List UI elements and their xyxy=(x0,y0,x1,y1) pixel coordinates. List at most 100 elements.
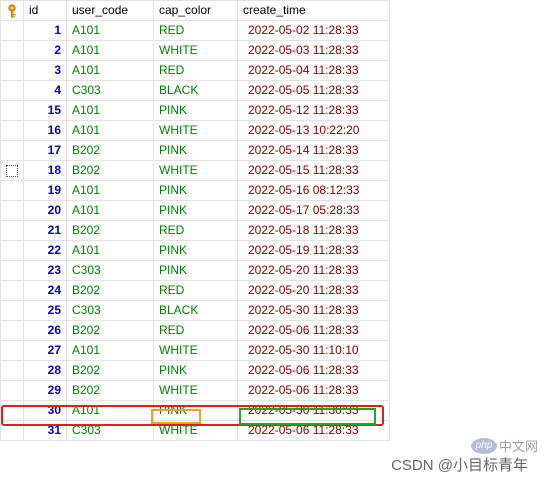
cell-user-code[interactable]: C303 xyxy=(66,260,154,281)
cell-cap-color[interactable]: RED xyxy=(153,320,238,341)
cell-user-code[interactable]: A101 xyxy=(66,100,154,121)
cell-create-time[interactable]: 2022-05-30 11:28:33 xyxy=(237,300,390,321)
cell-id[interactable]: 17 xyxy=(23,140,67,161)
table-row[interactable]: 24 B202 RED 2022-05-20 11:28:33 xyxy=(0,280,390,301)
cell-cap-color[interactable]: WHITE xyxy=(153,40,238,61)
table-row[interactable]: 1 A101 RED 2022-05-02 11:28:33 xyxy=(0,20,390,41)
row-gutter[interactable] xyxy=(0,380,24,401)
table-row[interactable]: 28 B202 PINK 2022-05-06 11:28:33 xyxy=(0,360,390,381)
cell-user-code[interactable]: C303 xyxy=(66,300,154,321)
cell-cap-color[interactable]: PINK xyxy=(153,240,238,261)
table-row[interactable]: 20 A101 PINK 2022-05-17 05:28:33 xyxy=(0,200,390,221)
cell-user-code[interactable]: B202 xyxy=(66,160,154,181)
cell-cap-color[interactable]: WHITE xyxy=(153,160,238,181)
table-row[interactable]: 17 B202 PINK 2022-05-14 11:28:33 xyxy=(0,140,390,161)
cell-cap-color[interactable]: RED xyxy=(153,220,238,241)
cell-create-time[interactable]: 2022-05-18 11:28:33 xyxy=(237,220,390,241)
cell-user-code[interactable]: A101 xyxy=(66,60,154,81)
row-gutter[interactable] xyxy=(0,160,24,181)
cell-cap-color[interactable]: BLACK xyxy=(153,300,238,321)
cell-cap-color[interactable]: WHITE xyxy=(153,340,238,361)
table-row[interactable]: 18 B202 WHITE 2022-05-15 11:28:33 xyxy=(0,160,390,181)
table-row[interactable]: 16 A101 WHITE 2022-05-13 10:22:20 xyxy=(0,120,390,141)
table-row[interactable]: 3 A101 RED 2022-05-04 11:28:33 xyxy=(0,60,390,81)
row-gutter[interactable] xyxy=(0,200,24,221)
row-gutter[interactable] xyxy=(0,20,24,41)
row-gutter[interactable] xyxy=(0,360,24,381)
table-row[interactable]: 2 A101 WHITE 2022-05-03 11:28:33 xyxy=(0,40,390,61)
cell-create-time[interactable]: 2022-05-04 11:28:33 xyxy=(237,60,390,81)
row-gutter[interactable] xyxy=(0,140,24,161)
table-row[interactable]: 15 A101 PINK 2022-05-12 11:28:33 xyxy=(0,100,390,121)
row-gutter[interactable] xyxy=(0,40,24,61)
cell-id[interactable]: 15 xyxy=(23,100,67,121)
cell-id[interactable]: 28 xyxy=(23,360,67,381)
cell-user-code[interactable]: A101 xyxy=(66,240,154,261)
table-row[interactable]: 4 C303 BLACK 2022-05-05 11:28:33 xyxy=(0,80,390,101)
cell-id[interactable]: 24 xyxy=(23,280,67,301)
cell-cap-color[interactable]: PINK xyxy=(153,100,238,121)
cell-cap-color[interactable]: PINK xyxy=(153,260,238,281)
row-gutter[interactable] xyxy=(0,100,24,121)
cell-user-code[interactable]: A101 xyxy=(66,20,154,41)
cell-create-time[interactable]: 2022-05-05 11:28:33 xyxy=(237,80,390,101)
cell-create-time[interactable]: 2022-05-20 11:28:33 xyxy=(237,260,390,281)
column-header-user-code[interactable]: user_code xyxy=(66,0,154,21)
cell-user-code[interactable]: A101 xyxy=(66,40,154,61)
cell-create-time[interactable]: 2022-05-06 11:28:33 xyxy=(237,320,390,341)
cell-user-code[interactable]: B202 xyxy=(66,380,154,401)
row-gutter[interactable] xyxy=(0,280,24,301)
row-gutter[interactable] xyxy=(0,320,24,341)
cell-create-time[interactable]: 2022-05-20 11:28:33 xyxy=(237,280,390,301)
cell-user-code[interactable]: A101 xyxy=(66,340,154,361)
cell-cap-color[interactable]: PINK xyxy=(153,140,238,161)
row-gutter[interactable] xyxy=(0,340,24,361)
table-row[interactable]: 21 B202 RED 2022-05-18 11:28:33 xyxy=(0,220,390,241)
cell-create-time[interactable]: 2022-05-13 10:22:20 xyxy=(237,120,390,141)
cell-id[interactable]: 18 xyxy=(23,160,67,181)
table-row[interactable]: 29 B202 WHITE 2022-05-06 11:28:33 xyxy=(0,380,390,401)
cell-cap-color[interactable]: WHITE xyxy=(153,380,238,401)
cell-user-code[interactable]: B202 xyxy=(66,280,154,301)
row-gutter[interactable] xyxy=(0,60,24,81)
cell-user-code[interactable]: B202 xyxy=(66,220,154,241)
column-header-create-time[interactable]: create_time xyxy=(237,0,390,21)
row-gutter[interactable] xyxy=(0,180,24,201)
cell-user-code[interactable]: B202 xyxy=(66,320,154,341)
cell-id[interactable]: 4 xyxy=(23,80,67,101)
cell-cap-color[interactable]: WHITE xyxy=(153,120,238,141)
cell-create-time[interactable]: 2022-05-19 11:28:33 xyxy=(237,240,390,261)
cell-cap-color[interactable]: RED xyxy=(153,280,238,301)
cell-create-time[interactable]: 2022-05-14 11:28:33 xyxy=(237,140,390,161)
cell-id[interactable]: 23 xyxy=(23,260,67,281)
cell-create-time[interactable]: 2022-05-30 11:10:10 xyxy=(237,340,390,361)
cell-create-time[interactable]: 2022-05-06 11:28:33 xyxy=(237,360,390,381)
row-gutter[interactable] xyxy=(0,80,24,101)
cell-id[interactable]: 22 xyxy=(23,240,67,261)
cell-cap-color[interactable]: PINK xyxy=(153,180,238,201)
row-gutter[interactable] xyxy=(0,240,24,261)
cell-id[interactable]: 20 xyxy=(23,200,67,221)
cell-user-code[interactable]: A101 xyxy=(66,200,154,221)
table-row[interactable]: 22 A101 PINK 2022-05-19 11:28:33 xyxy=(0,240,390,261)
row-gutter[interactable] xyxy=(0,300,24,321)
cell-create-time[interactable]: 2022-05-12 11:28:33 xyxy=(237,100,390,121)
table-row[interactable]: 26 B202 RED 2022-05-06 11:28:33 xyxy=(0,320,390,341)
column-header-cap-color[interactable]: cap_color xyxy=(153,0,238,21)
column-header-id[interactable]: id xyxy=(23,0,67,21)
cell-cap-color[interactable]: RED xyxy=(153,20,238,41)
cell-id[interactable]: 2 xyxy=(23,40,67,61)
table-row[interactable]: 27 A101 WHITE 2022-05-30 11:10:10 xyxy=(0,340,390,361)
row-gutter[interactable] xyxy=(0,260,24,281)
cell-id[interactable]: 19 xyxy=(23,180,67,201)
cell-cap-color[interactable]: RED xyxy=(153,60,238,81)
cell-id[interactable]: 25 xyxy=(23,300,67,321)
cell-id[interactable]: 26 xyxy=(23,320,67,341)
row-gutter[interactable] xyxy=(0,120,24,141)
cell-cap-color[interactable]: PINK xyxy=(153,200,238,221)
cell-id[interactable]: 16 xyxy=(23,120,67,141)
cell-user-code[interactable]: C303 xyxy=(66,80,154,101)
cell-cap-color[interactable]: BLACK xyxy=(153,80,238,101)
cell-id[interactable]: 3 xyxy=(23,60,67,81)
cell-id[interactable]: 21 xyxy=(23,220,67,241)
